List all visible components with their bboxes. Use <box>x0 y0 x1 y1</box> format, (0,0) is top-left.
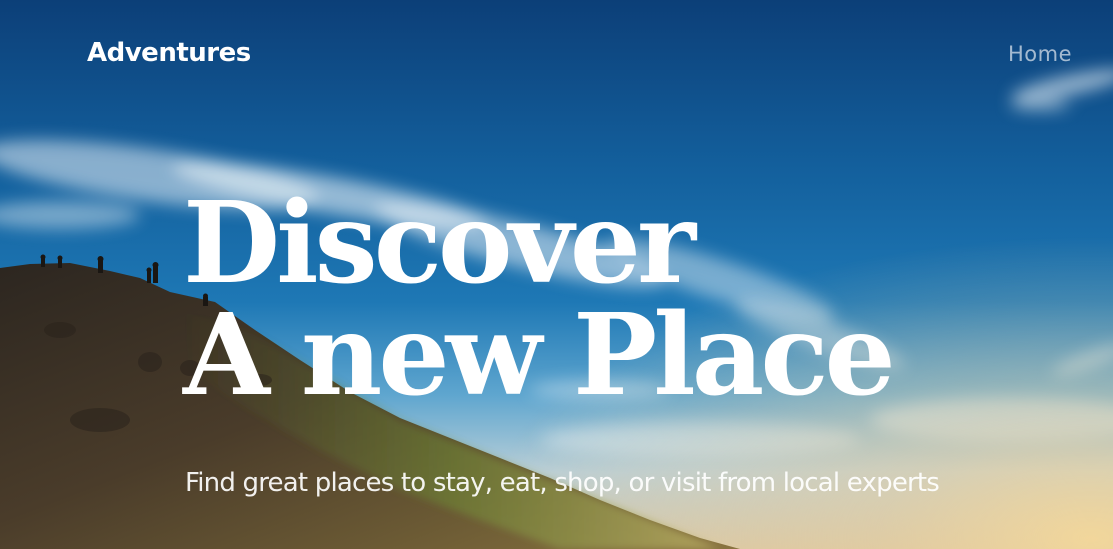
hero-headline: Discover A new Place <box>183 178 896 421</box>
hero-headline-line1: Discover <box>183 178 696 309</box>
hero-section: Adventures Home Discover A new Place Fin… <box>0 0 1113 549</box>
hero-headline-line2: A new Place <box>183 290 896 421</box>
nav-home-link[interactable]: Home <box>1008 42 1072 66</box>
brand-logo-link[interactable]: Adventures <box>87 38 251 68</box>
hero-tagline: Find great places to stay, eat, shop, or… <box>185 468 940 498</box>
top-navbar: Adventures Home <box>0 0 1113 110</box>
